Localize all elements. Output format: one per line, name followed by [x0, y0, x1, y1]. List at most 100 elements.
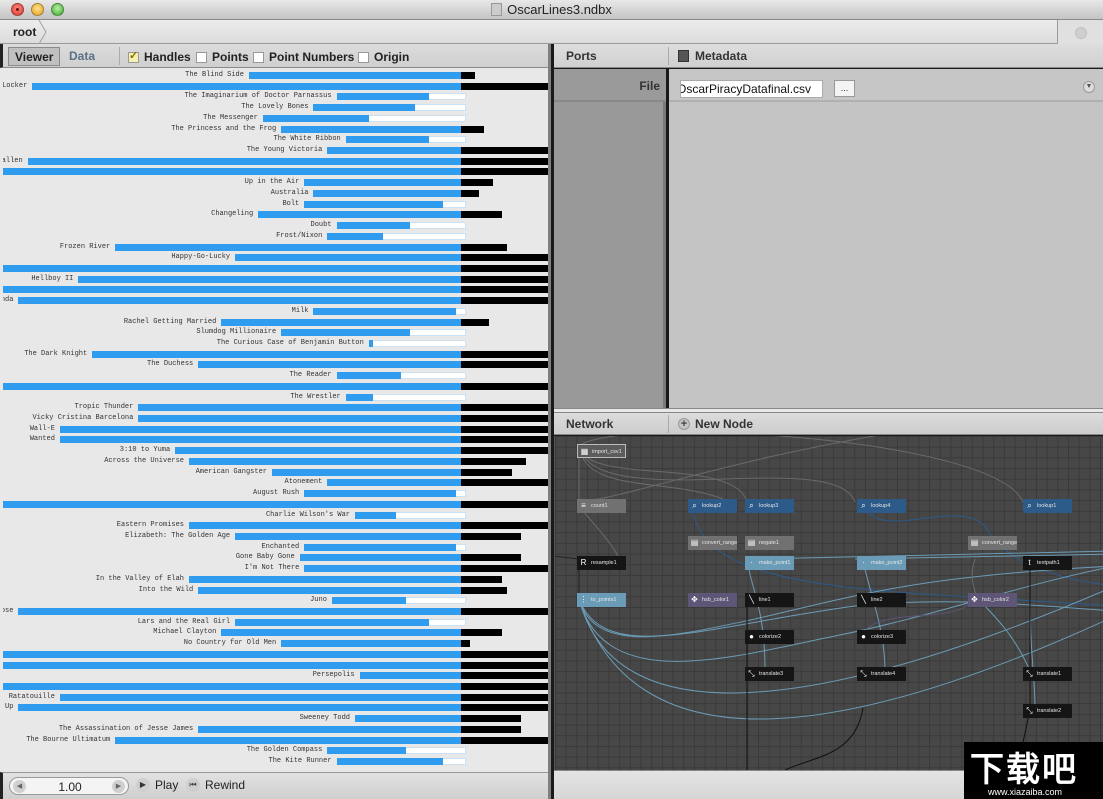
resample-icon: R [580, 558, 587, 567]
network-node-resample1[interactable]: Rresample1 [577, 556, 626, 570]
bar-value [359, 672, 461, 680]
bar-overflow [461, 415, 548, 423]
bar-overflow [461, 500, 548, 508]
checkbox-icon[interactable] [196, 51, 207, 63]
bar-value [198, 361, 461, 369]
checkbox-icon[interactable] [253, 51, 264, 63]
network-node-hsb-color2[interactable]: ✥ hsb_color2 [968, 593, 1017, 607]
point-numbers-checkbox[interactable]: Point Numbers [253, 50, 354, 64]
bar-label: Juno [310, 596, 327, 605]
node-label: colorize2 [759, 634, 782, 640]
breadcrumb-root[interactable]: root [13, 25, 36, 39]
network-node-colorize3[interactable]: ● colorize3 [857, 630, 906, 644]
bar-value [175, 447, 461, 455]
node-label: line2 [871, 597, 883, 603]
breadbar-status-icon[interactable] [1057, 20, 1103, 44]
checkbox-checked-icon[interactable] [128, 49, 139, 63]
bar-value [221, 629, 461, 637]
node-label: translate3 [759, 671, 784, 677]
bar-value [59, 436, 461, 444]
node-label: translate1 [1037, 671, 1062, 677]
network-node-to-points1[interactable]: ⋮ to_points1 [577, 593, 626, 607]
network-node-lookup1[interactable]: ⌕ lookup1 [1023, 499, 1072, 513]
bar-value [281, 125, 461, 133]
metadata-icon[interactable] [678, 50, 689, 62]
file-path-field[interactable]: OscarPiracyDatafinal.csv [680, 80, 823, 98]
network-node-colorize2[interactable]: ● colorize2 [745, 630, 794, 644]
network-node-translate4[interactable]: ⤡ translate4 [857, 667, 906, 681]
bar-label: The White Ribbon [273, 135, 341, 144]
bar-overflow [461, 168, 548, 176]
bar-overflow [461, 189, 480, 197]
bar-label: Kung Fu Panda [3, 296, 14, 305]
bar-overflow [461, 350, 548, 358]
bar-value [258, 211, 461, 219]
bar-value [3, 683, 461, 691]
bar-overflow [461, 629, 503, 637]
increment-frame-button[interactable]: ▶ [112, 780, 125, 793]
origin-checkbox[interactable]: Origin [358, 50, 409, 64]
network-node-convert-range2[interactable]: ▤ convert_range2 [968, 536, 1017, 550]
bar-value [313, 189, 461, 197]
connection [578, 505, 621, 562]
bar-value [221, 318, 461, 326]
bar-label: The Kite Runner [268, 757, 332, 766]
network-node-convert-range1[interactable]: ▤ convert_range1 [688, 536, 737, 550]
network-node-line2[interactable]: ╲ line2 [857, 593, 906, 607]
network-node-textpath1[interactable]: t textpath1 [1023, 556, 1072, 570]
points-checkbox[interactable]: Points [196, 50, 249, 64]
connection [578, 598, 1103, 637]
bar-label: Wall-E [29, 424, 55, 433]
network-node-lookup4[interactable]: ⌕ lookup4 [857, 499, 906, 513]
handles-checkbox[interactable]: Handles [128, 49, 191, 64]
network-node-line1[interactable]: ╲ line1 [745, 593, 794, 607]
port-menu-icon[interactable]: ▼ [1083, 81, 1095, 93]
network-node-lookup3[interactable]: ⌕ lookup3 [745, 499, 794, 513]
bar-label: Lars and the Real Girl [137, 617, 231, 626]
metadata-button[interactable]: Metadata [695, 49, 747, 63]
window-title: OscarLines3.ndbx [0, 2, 1103, 17]
network-node-hsb-color1[interactable]: ✥ hsb_color1 [688, 593, 737, 607]
viewer-canvas[interactable]: The Blind Side The Hurt Locker The Imagina… [3, 69, 548, 769]
bar-value [331, 597, 406, 605]
bar-overflow [461, 286, 548, 294]
bar-label: 3:10 to Yuma [119, 446, 171, 455]
rewind-button[interactable]: ⏮ Rewind [186, 778, 245, 792]
network-node-make-point2[interactable]: · make_point2 [857, 556, 906, 570]
bar-value [115, 243, 461, 251]
bar-value [281, 640, 461, 648]
tab-data[interactable]: Data [63, 47, 101, 66]
checkbox-icon[interactable] [358, 51, 369, 63]
network-node-negate1[interactable]: ▤ negate1 [745, 536, 794, 550]
bar-label: No Country for Old Men [183, 639, 277, 648]
bar-label: Surf's Up [3, 703, 14, 712]
bar-overflow [461, 382, 548, 390]
node-label: lookup1 [1037, 503, 1057, 509]
origin-label: Origin [374, 50, 410, 64]
network-node-import-csv1[interactable]: ▦ import_csv1 [577, 444, 626, 458]
bar-overflow [461, 457, 526, 465]
network-node-translate3[interactable]: ⤡ translate3 [745, 667, 794, 681]
bar-label: Hellboy II [31, 274, 74, 283]
bar-overflow [461, 661, 548, 669]
bar-value [189, 575, 461, 583]
bar-overflow [461, 479, 548, 487]
network-node-lookup2[interactable]: ⌕ lookup2 [688, 499, 737, 513]
network-node-make-point1[interactable]: · make_point1 [745, 556, 794, 570]
bar-value [59, 425, 461, 433]
translate-icon: ⤡ [860, 669, 867, 678]
frame-stepper[interactable]: ◀ 1.00 ▶ [9, 777, 129, 795]
network-node-translate1[interactable]: ⤡ translate1 [1023, 667, 1072, 681]
new-node-button[interactable]: + New Node [678, 417, 753, 431]
palette-icon: ● [861, 632, 866, 641]
browse-file-button[interactable]: ... [834, 80, 855, 97]
bar-overflow [461, 82, 548, 90]
network-node-translate2[interactable]: ⤡ translate2 [1023, 704, 1072, 718]
play-button[interactable]: ▶ Play [136, 778, 178, 792]
tab-viewer[interactable]: Viewer [8, 47, 61, 66]
network-canvas[interactable]: ▦ import_csv1 ≡ count1 ⌕ lookup2 ⌕ lookup3 ⌕ look… [554, 436, 1103, 770]
bar-value [304, 200, 443, 208]
line-icon: ╲ [861, 595, 866, 604]
bar-overflow [461, 404, 548, 412]
network-node-count1[interactable]: ≡ count1 [577, 499, 626, 513]
